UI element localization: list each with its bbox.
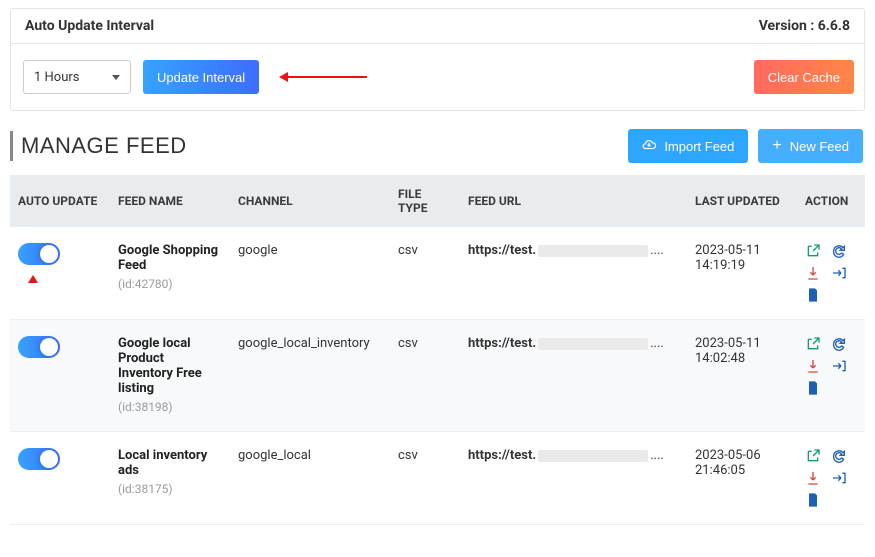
chevron-down-icon (112, 75, 120, 80)
section-title: MANAGE FEED (10, 131, 187, 161)
feed-id: (id:42780) (118, 277, 173, 291)
document-icon[interactable] (805, 492, 821, 508)
feed-file-type: csv (390, 227, 460, 320)
feed-id: (id:38198) (118, 400, 173, 414)
table-row: Google Shopping Feed (id:42780) google c… (10, 227, 865, 320)
feed-channel: google_local (230, 432, 390, 525)
feed-name: Google local Product Inventory Free list… (118, 336, 222, 396)
export-icon[interactable] (831, 470, 847, 486)
download-icon[interactable] (805, 358, 821, 374)
table-row: Local inventory ads (id:38175) google_lo… (10, 432, 865, 525)
refresh-icon[interactable] (831, 243, 847, 259)
update-interval-button[interactable]: Update Interval (143, 60, 259, 94)
col-feed-url: FEED URL (460, 175, 687, 227)
feed-name: Local inventory ads (118, 448, 222, 478)
col-feed-name: FEED NAME (110, 175, 230, 227)
open-icon[interactable] (805, 448, 821, 464)
annotation-arrow-icon (28, 275, 38, 283)
auto-update-toggle[interactable] (18, 336, 60, 358)
auto-update-toggle[interactable] (18, 448, 60, 470)
document-icon[interactable] (805, 287, 821, 303)
feed-name: Google Shopping Feed (118, 243, 222, 273)
col-auto-update: AUTO UPDATE (10, 175, 110, 227)
open-icon[interactable] (805, 243, 821, 259)
feed-last-updated: 2023-05-11 14:19:19 (687, 227, 797, 320)
feed-id: (id:38175) (118, 482, 173, 496)
refresh-icon[interactable] (831, 336, 847, 352)
feeds-table: AUTO UPDATE FEED NAME CHANNEL FILE TYPE … (10, 175, 865, 525)
feed-last-updated: 2023-05-06 21:46:05 (687, 432, 797, 525)
feed-channel: google (230, 227, 390, 320)
export-icon[interactable] (831, 358, 847, 374)
feed-file-type: csv (390, 432, 460, 525)
interval-select[interactable]: 1 Hours (23, 60, 131, 94)
cloud-download-icon (642, 138, 656, 155)
annotation-arrow-icon (287, 76, 367, 78)
feed-channel: google_local_inventory (230, 320, 390, 432)
download-icon[interactable] (805, 470, 821, 486)
auto-update-toggle[interactable] (18, 243, 60, 265)
new-feed-button[interactable]: + New Feed (758, 129, 863, 163)
feed-url: https://test..... (460, 432, 687, 525)
update-interval-card: Auto Update Interval Version : 6.6.8 1 H… (10, 8, 865, 111)
download-icon[interactable] (805, 265, 821, 281)
feed-url: https://test..... (460, 227, 687, 320)
col-last-updated: LAST UPDATED (687, 175, 797, 227)
feed-last-updated: 2023-05-11 14:02:48 (687, 320, 797, 432)
export-icon[interactable] (831, 265, 847, 281)
document-icon[interactable] (805, 380, 821, 396)
refresh-icon[interactable] (831, 448, 847, 464)
feed-file-type: csv (390, 320, 460, 432)
import-feed-button[interactable]: Import Feed (628, 129, 748, 163)
plus-icon: + (772, 138, 781, 154)
feed-url: https://test..... (460, 320, 687, 432)
interval-value: 1 Hours (34, 70, 80, 85)
col-action: ACTION (797, 175, 865, 227)
open-icon[interactable] (805, 336, 821, 352)
table-row: Google local Product Inventory Free list… (10, 320, 865, 432)
col-file-type: FILE TYPE (390, 175, 460, 227)
clear-cache-button[interactable]: Clear Cache (754, 60, 854, 94)
col-channel: CHANNEL (230, 175, 390, 227)
version-label: Version : 6.6.8 (759, 18, 850, 34)
card-title: Auto Update Interval (25, 18, 154, 34)
